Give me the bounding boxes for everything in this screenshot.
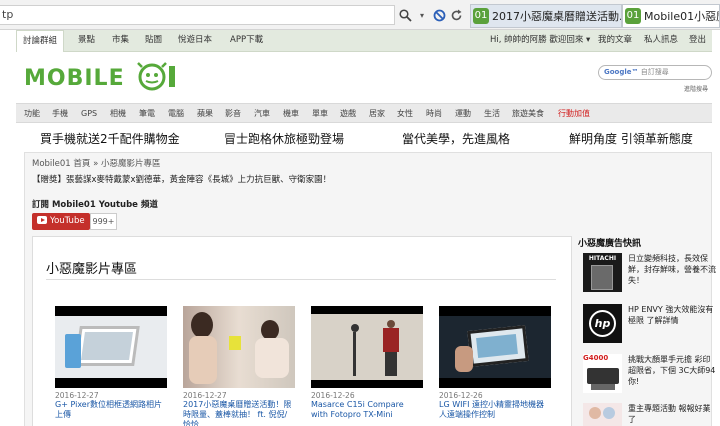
ad-text[interactable]: HP ENVY 強大效能沒有極限 了解詳情 [628, 304, 716, 326]
nav-forum-groups[interactable]: 討論群組 [16, 30, 65, 52]
ad-image[interactable] [583, 403, 622, 426]
address-bar[interactable]: tp [0, 5, 395, 25]
cat-phones[interactable]: 手機 [52, 104, 68, 123]
search-icon[interactable] [398, 8, 412, 22]
cat-computers[interactable]: 電腦 [168, 104, 184, 123]
video-thumbnail[interactable] [55, 306, 167, 388]
user-greeting[interactable]: Hi, 帥帥的阿勝 歡迎回來 ▾ [490, 30, 590, 51]
cat-gps[interactable]: GPS [81, 104, 97, 123]
ad-text[interactable]: 挑戰大顏單手元擔 彩印超限省，下個 3C大師94你! [628, 354, 716, 387]
subscriber-count: 999+ [90, 213, 117, 230]
ad-image[interactable]: HITACHI [583, 253, 622, 292]
browser-toolbar: tp ▾ 01 2017小惡魔桌曆贈送活動... 01 Mobile01小惡魔影… [0, 0, 720, 30]
video-thumbnail[interactable] [439, 306, 551, 388]
video-card[interactable]: 2016-12-26 Masarce C15i Compare with Fot… [311, 306, 423, 420]
printer-ad-image[interactable]: G4000 [583, 354, 622, 393]
cat-travel-food[interactable]: 旅遊美食 [512, 104, 544, 123]
nav-logout[interactable]: 登出 [689, 30, 706, 51]
breadcrumb[interactable]: Mobile01 首頁 » 小惡魔影片專區 [32, 157, 161, 169]
cat-cameras[interactable]: 相機 [110, 104, 126, 123]
video-card[interactable]: 2016-12-26 LG WIFI 遠控小精靈掃地機器人遠端操作控制 [439, 306, 551, 420]
cat-features[interactable]: 功能 [24, 104, 40, 123]
tab-calendar-event[interactable]: 01 2017小惡魔桌曆贈送活動... [470, 4, 622, 28]
video-card[interactable]: 2016-12-27 G+ Pixer數位相框透網路相片上傳 [55, 306, 167, 420]
nav-japan-travel[interactable]: 悅遊日本 [178, 30, 212, 51]
cat-laptops[interactable]: 筆電 [139, 104, 155, 123]
mobile01-favicon-icon: 01 [473, 8, 489, 24]
video-title[interactable]: LG WIFI 遠控小精靈掃地機器人遠端操作控制 [439, 400, 551, 420]
nav-market[interactable]: 市集 [112, 30, 129, 51]
nav-my-posts[interactable]: 我的文章 [598, 30, 632, 51]
video-date: 2016-12-27 [55, 391, 99, 400]
video-date: 2016-12-26 [439, 391, 483, 400]
video-thumbnail[interactable] [311, 306, 423, 388]
video-date: 2016-12-26 [311, 391, 355, 400]
ad-text[interactable]: 重主專題活動 報報好業了 [628, 403, 716, 425]
category-nav: 功能 手機 GPS 相機 筆電 電腦 蘋果 影音 汽車 機車 單車 遊戲 居家 … [16, 103, 712, 123]
hp-logo-icon[interactable]: hp [583, 304, 622, 343]
divider [46, 279, 556, 280]
ad-text[interactable]: 日立變頻科技，長效保鮮，封存鮮味，營養不流失！ [628, 253, 716, 286]
svg-text:MOBILE: MOBILE [24, 66, 125, 91]
advanced-search-link[interactable]: 進階搜尋 [684, 84, 708, 93]
page-title: 小惡魔影片專區 [46, 262, 138, 277]
stop-icon[interactable] [432, 8, 446, 22]
nav-private-messages[interactable]: 私人訊息 [644, 30, 678, 51]
dropdown-arrow-icon[interactable]: ▾ [415, 8, 429, 22]
video-card[interactable]: 2016-12-27 2017小惡魔桌曆贈送活動！限時限量、蓋棒就抽！ ft. … [183, 306, 295, 426]
video-date: 2016-12-27 [183, 391, 227, 400]
video-thumbnail[interactable] [183, 306, 295, 388]
promo-link[interactable]: 當代美學，先進風格 [402, 130, 510, 147]
sidebar-ad[interactable]: G4000 挑戰大顏單手元擔 彩印超限省，下個 3C大師94你! [583, 354, 716, 398]
cat-fashion[interactable]: 時尚 [426, 104, 442, 123]
promo-link[interactable]: 冒士跑格休旅極勁登場 [224, 130, 344, 147]
news-ticker[interactable]: 【贈獎】張藝謀x麥特戴蒙x劉德華，黃金陣容《長城》上力抗巨獸、守衛家園！ [32, 173, 331, 185]
cat-games[interactable]: 遊戲 [340, 104, 356, 123]
cat-bicycles[interactable]: 單車 [312, 104, 328, 123]
mobile01-logo[interactable]: MOBILE [24, 62, 184, 92]
mobile01-favicon-icon: 01 [625, 8, 641, 24]
cat-sports[interactable]: 運動 [455, 104, 471, 123]
refresh-icon[interactable] [449, 8, 463, 22]
cat-women[interactable]: 女性 [397, 104, 413, 123]
cat-av[interactable]: 影音 [225, 104, 241, 123]
promo-link[interactable]: 買手機就送2千配件購物金 [40, 130, 180, 147]
nav-photos[interactable]: 貼圖 [145, 30, 162, 51]
cat-cars[interactable]: 汽車 [254, 104, 270, 123]
cat-motorcycles[interactable]: 機車 [283, 104, 299, 123]
cat-life[interactable]: 生活 [484, 104, 500, 123]
sidebar-ad[interactable]: hp HP ENVY 強大效能沒有極限 了解詳情 [583, 304, 713, 348]
sidebar-ad[interactable]: 重主專題活動 報報好業了 [583, 403, 713, 426]
youtube-subscribe-button[interactable]: YouTube [32, 213, 90, 230]
sidebar-title: 小惡魔廣告快訊 [578, 239, 642, 249]
cat-home[interactable]: 居家 [369, 104, 385, 123]
address-icons: ▾ [398, 5, 463, 25]
nav-spots[interactable]: 景點 [78, 30, 95, 51]
youtube-play-icon [37, 216, 47, 224]
top-nav: 討論群組 景點 市集 貼圖 悅遊日本 APP下載 Hi, 帥帥的阿勝 歡迎回來 … [16, 30, 712, 52]
video-title[interactable]: 2017小惡魔桌曆贈送活動！限時限量、蓋棒就抽！ ft. 倪倪/恰恰 [183, 400, 295, 426]
cat-mobile-value-added[interactable]: 行動加值 [558, 104, 590, 123]
cat-apple[interactable]: 蘋果 [197, 104, 213, 123]
tab-video-zone[interactable]: 01 Mobile01小惡魔影片專區 [622, 4, 720, 28]
site-search-input[interactable]: Google™ 自訂搜尋 [598, 65, 712, 80]
video-title[interactable]: Masarce C15i Compare with Fotopro TX-Min… [311, 400, 423, 420]
video-title[interactable]: G+ Pixer數位相框透網路相片上傳 [55, 400, 167, 420]
subscribe-label: 訂閱 Mobile01 Youtube 頻道 [32, 200, 158, 210]
sidebar-ad[interactable]: HITACHI 日立變頻科技，長效保鮮，封存鮮味，營養不流失！ [583, 253, 716, 297]
nav-app-download[interactable]: APP下載 [230, 30, 263, 51]
promo-link[interactable]: 鮮明角度 引領革新態度 [569, 130, 693, 147]
